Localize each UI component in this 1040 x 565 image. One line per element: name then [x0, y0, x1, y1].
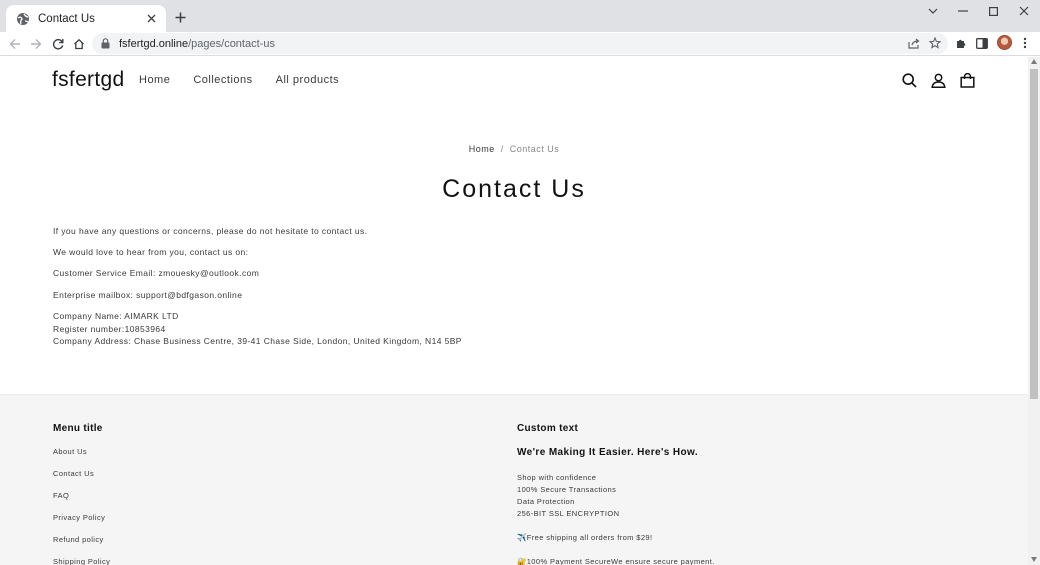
- address-bar[interactable]: fsfertgd.online/pages/contact-us: [92, 33, 948, 54]
- browser-toolbar: fsfertgd.online/pages/contact-us: [0, 32, 1040, 56]
- lock-icon[interactable]: [101, 37, 111, 50]
- custom-line: Data Protection: [517, 497, 575, 506]
- footer-menu-item: FAQ: [53, 491, 110, 513]
- nav-home[interactable]: Home: [139, 74, 170, 86]
- footer-custom-heading: We're Making It Easier. Here's How.: [517, 447, 699, 458]
- page-viewport: fsfertgd Home Collections All products H…: [0, 57, 1028, 565]
- footer-link-faq[interactable]: FAQ: [53, 491, 69, 500]
- footer-custom-title: Custom text: [517, 423, 579, 434]
- shipping-line: ✈️Free shipping all orders from $29!: [517, 533, 653, 542]
- breadcrumb-home[interactable]: Home: [469, 144, 495, 154]
- register-number: Register number:10853964: [53, 323, 166, 334]
- star-icon[interactable]: [927, 35, 943, 51]
- page-title: Contact Us: [442, 175, 586, 203]
- minimize-icon[interactable]: [948, 3, 978, 19]
- cart-icon[interactable]: [958, 71, 976, 89]
- breadcrumb: Home / Contact Us: [0, 144, 1028, 154]
- home-icon[interactable]: [70, 35, 88, 53]
- footer-custom-text: Shop with confidence 100% Secure Transac…: [517, 472, 715, 565]
- scrollbar-thumb[interactable]: [1030, 69, 1038, 399]
- footer-link-shipping-policy[interactable]: Shipping Policy: [53, 557, 110, 565]
- account-icon[interactable]: [929, 71, 947, 89]
- url-domain: fsfertgd.online: [119, 37, 189, 50]
- close-window-icon[interactable]: [1009, 3, 1039, 19]
- company-name: Company Name: AIMARK LTD: [53, 310, 179, 321]
- footer-link-about-us[interactable]: About Us: [53, 447, 87, 456]
- profile-avatar[interactable]: [997, 35, 1012, 50]
- footer-menu: About Us Contact Us FAQ Privacy Policy R…: [53, 447, 110, 565]
- footer-menu-item: Refund policy: [53, 535, 110, 557]
- enterprise-mailbox: Enterprise mailbox: support@bdfgason.onl…: [53, 289, 243, 300]
- scroll-up-icon[interactable]: [1031, 59, 1037, 64]
- nav-all-products[interactable]: All products: [276, 74, 339, 86]
- menu-icon[interactable]: [1017, 35, 1033, 51]
- company-info: Company Name: AIMARK LTD Register number…: [53, 310, 753, 348]
- footer-menu-item: Contact Us: [53, 469, 110, 491]
- url-text: fsfertgd.online/pages/contact-us: [119, 38, 275, 50]
- custom-line: 256-BIT SSL ENCRYPTION: [517, 509, 620, 518]
- custom-line: Shop with confidence: [517, 473, 597, 482]
- nav-collections[interactable]: Collections: [193, 74, 252, 86]
- maximize-icon[interactable]: [978, 3, 1008, 19]
- share-icon[interactable]: [906, 35, 922, 51]
- site-logo[interactable]: fsfertgd: [52, 68, 124, 92]
- custom-line: 100% Secure Transactions: [517, 485, 617, 494]
- site-footer: Menu title About Us Contact Us FAQ Priva…: [0, 394, 1028, 565]
- sidepanel-icon[interactable]: [974, 35, 990, 51]
- browser-tab[interactable]: Contact Us: [6, 5, 166, 32]
- forward-icon[interactable]: [27, 35, 45, 53]
- footer-menu-item: Privacy Policy: [53, 513, 110, 535]
- footer-menu-item: About Us: [53, 447, 110, 469]
- search-icon[interactable]: [900, 71, 918, 89]
- scroll-down-icon[interactable]: [1031, 557, 1037, 562]
- reload-icon[interactable]: [49, 35, 67, 53]
- company-address: Company Address: Chase Business Centre, …: [53, 336, 462, 347]
- chevron-down-icon[interactable]: [918, 3, 948, 19]
- breadcrumb-separator: /: [500, 144, 504, 154]
- page-content: If you have any questions or concerns, p…: [53, 225, 753, 348]
- page-scrollbar[interactable]: [1028, 57, 1040, 565]
- breadcrumb-current: Contact Us: [509, 144, 560, 154]
- back-icon[interactable]: [6, 35, 24, 53]
- main-nav: Home Collections All products: [139, 74, 362, 86]
- url-path: /pages/contact-us: [188, 37, 275, 50]
- globe-icon: [16, 12, 30, 26]
- footer-menu-title: Menu title: [53, 423, 103, 434]
- footer-link-privacy-policy[interactable]: Privacy Policy: [53, 513, 105, 522]
- extensions-icon[interactable]: [953, 35, 969, 51]
- footer-link-refund-policy[interactable]: Refund policy: [53, 535, 104, 544]
- footer-menu-item: Shipping Policy: [53, 557, 110, 565]
- customer-service-email: Customer Service Email: zmouesky@outlook…: [53, 268, 260, 279]
- intro-paragraph: If you have any questions or concerns, p…: [53, 226, 368, 236]
- site-header: fsfertgd Home Collections All products: [0, 57, 1028, 105]
- close-icon[interactable]: [144, 12, 158, 26]
- plus-icon[interactable]: [172, 9, 188, 25]
- tab-strip: Contact Us: [0, 0, 1040, 32]
- footer-link-contact-us[interactable]: Contact Us: [53, 469, 94, 478]
- browser-window: Contact Us fsfertgd.online/pages/contact…: [0, 0, 1040, 565]
- tab-title: Contact Us: [38, 12, 95, 25]
- payment-line: 🔐100% Payment SecureWe ensure secure pay…: [517, 557, 715, 565]
- contact-paragraph: We would love to hear from you, contact …: [53, 247, 249, 258]
